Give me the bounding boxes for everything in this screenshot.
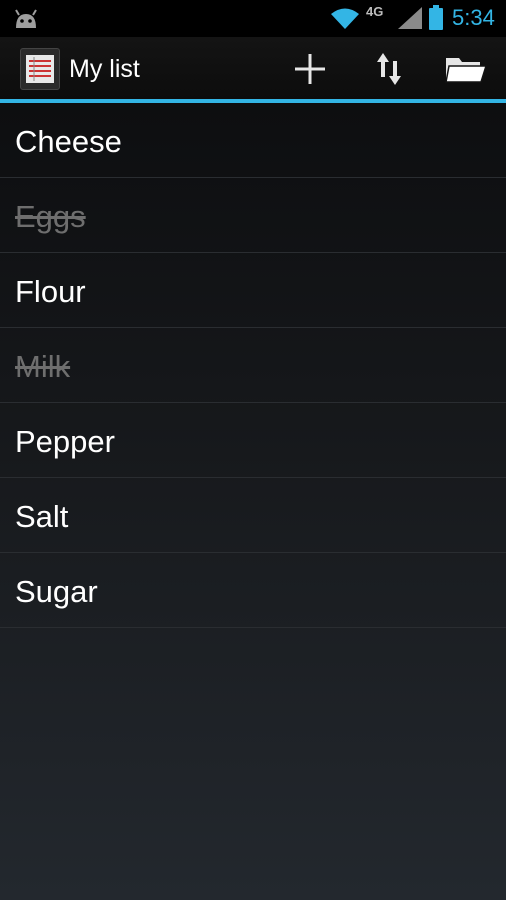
- signal-icon: [398, 7, 422, 29]
- network-label: 4G: [366, 4, 384, 19]
- list-item[interactable]: Flour: [0, 253, 506, 328]
- action-bar: My list: [0, 37, 506, 101]
- list-item[interactable]: Pepper: [0, 403, 506, 478]
- add-button[interactable]: [282, 45, 338, 93]
- list-item-label: Flour: [15, 274, 86, 309]
- folder-icon: [445, 58, 487, 83]
- sort-icon: [377, 53, 401, 85]
- list-item[interactable]: Cheese: [0, 103, 506, 178]
- list-item[interactable]: Sugar: [0, 553, 506, 628]
- android-icon: [15, 9, 37, 28]
- sort-button[interactable]: [361, 45, 417, 93]
- add-icon: [295, 54, 325, 84]
- list-item[interactable]: Eggs: [0, 178, 506, 253]
- battery-icon: [429, 5, 443, 30]
- app-icon[interactable]: [20, 48, 60, 90]
- clock: 5:34: [452, 5, 495, 30]
- list-item-label: Pepper: [15, 424, 115, 459]
- list-item-label: Cheese: [15, 124, 122, 159]
- status-bar: 4G 5:34: [0, 0, 506, 37]
- wifi-icon: [331, 8, 359, 29]
- list-item-label: Sugar: [15, 574, 98, 609]
- list-item-label: Eggs: [15, 199, 86, 234]
- list-icon: [26, 55, 54, 83]
- list-item[interactable]: Salt: [0, 478, 506, 553]
- list-item-label: Salt: [15, 499, 69, 534]
- page-title: My list: [69, 55, 140, 83]
- open-folder-button[interactable]: [438, 45, 494, 93]
- shopping-list: Cheese Eggs Flour Milk Pepper Salt Sugar: [0, 103, 506, 900]
- list-item-label: Milk: [15, 349, 71, 384]
- list-item[interactable]: Milk: [0, 328, 506, 403]
